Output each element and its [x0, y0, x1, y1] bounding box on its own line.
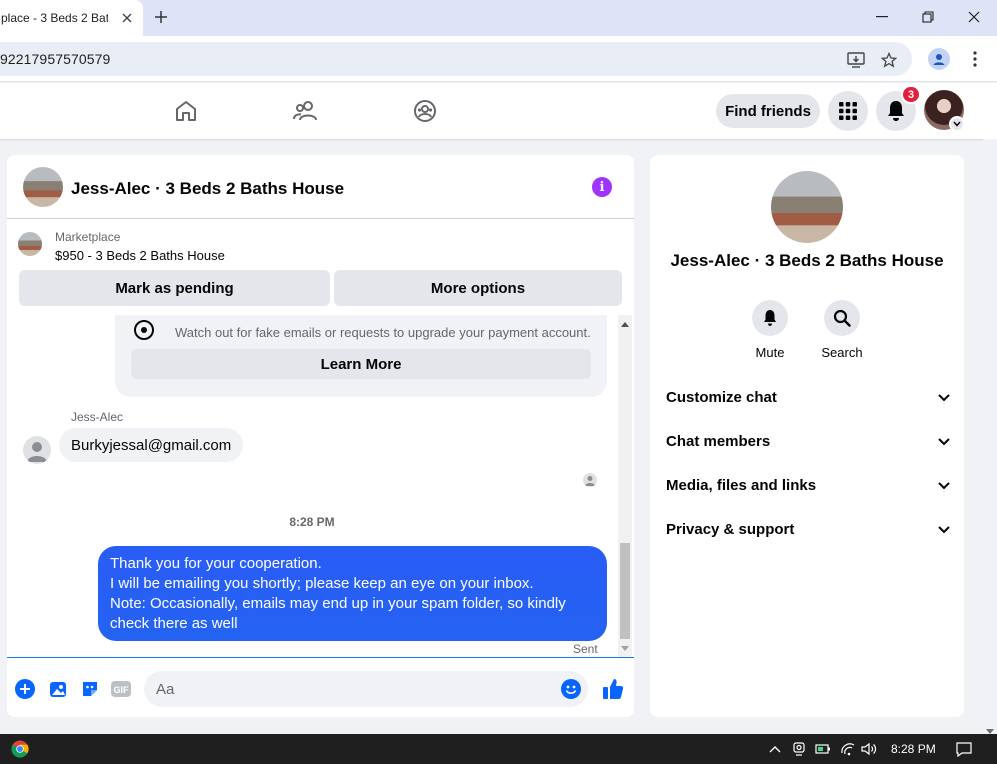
scroll-up-arrow-icon[interactable]: [620, 319, 630, 329]
menu-grid-icon[interactable]: [828, 91, 868, 131]
conversation-profile-photo[interactable]: [771, 171, 843, 243]
chevron-down-icon: [938, 433, 950, 450]
seen-indicator-avatar: [583, 473, 597, 487]
conversation-info-panel: Jess-Alec · 3 Beds 2 Baths House Mute Se…: [650, 155, 964, 717]
sent-status: Sent: [573, 642, 598, 655]
message-composer: GIF: [7, 657, 634, 717]
speaker-icon[interactable]: [861, 741, 877, 757]
tab-title: place - 3 Beds 2 Bath: [1, 11, 108, 25]
new-tab-icon[interactable]: [151, 7, 171, 27]
listing-thumbnail[interactable]: [18, 232, 42, 256]
mute-label: Mute: [755, 345, 785, 360]
safety-notice-text: Watch out for fake emails or requests to…: [175, 325, 591, 340]
customize-chat-section[interactable]: Customize chat: [666, 382, 950, 412]
section-label: Privacy & support: [666, 520, 795, 538]
section-label: Media, files and links: [666, 476, 817, 494]
scrollbar-thumb[interactable]: [620, 543, 630, 639]
url-text[interactable]: 92217957570579: [0, 51, 110, 67]
conversation-avatar[interactable]: [23, 167, 63, 207]
close-window-icon[interactable]: [962, 6, 986, 28]
outgoing-message[interactable]: Thank you for your cooperation. I will b…: [98, 546, 607, 641]
browser-profile-icon[interactable]: [928, 48, 950, 70]
privacy-support-section[interactable]: Privacy & support: [666, 514, 950, 544]
incoming-message[interactable]: Burkyjessal@gmail.com: [59, 428, 244, 462]
address-bar[interactable]: 92217957570579: [0, 42, 912, 76]
search-in-conversation-button[interactable]: Search: [812, 300, 872, 360]
outgoing-message-line: Thank you for your cooperation.: [110, 555, 322, 572]
notification-badge: 3: [901, 85, 921, 104]
mark-as-pending-button[interactable]: Mark as pending: [19, 270, 330, 306]
chevron-down-icon: [938, 521, 950, 538]
marketplace-label: Marketplace: [55, 230, 121, 244]
message-timestamp: 8:28 PM: [289, 515, 335, 529]
browser-tab[interactable]: place - 3 Beds 2 Bath: [0, 0, 143, 36]
browser-toolbar: 92217957570579: [0, 36, 997, 82]
sender-name: Jess-Alec: [71, 410, 124, 424]
os-taskbar: 8:28 PM: [0, 734, 997, 764]
chevron-down-icon: [938, 477, 950, 494]
chat-panel: Jess-Alec · 3 Beds 2 Baths House i Marke…: [7, 155, 634, 717]
chat-title[interactable]: Jess-Alec · 3 Beds 2 Baths House: [71, 179, 344, 199]
webcam-icon[interactable]: [791, 741, 807, 757]
gif-icon[interactable]: GIF: [110, 678, 132, 700]
search-icon: [824, 300, 860, 336]
more-options-button[interactable]: More options: [334, 270, 622, 306]
sender-avatar[interactable]: [23, 436, 51, 464]
gif-label: GIF: [114, 685, 130, 695]
outgoing-message-line: I will be emailing you shortly; please k…: [110, 575, 534, 592]
restore-icon[interactable]: [916, 6, 940, 28]
chevron-up-icon[interactable]: [767, 741, 783, 757]
wifi-icon[interactable]: [840, 741, 856, 757]
minimize-icon[interactable]: [870, 6, 894, 28]
sticker-icon[interactable]: [79, 678, 101, 700]
message-thread: Watch out for fake emails or requests to…: [7, 315, 634, 655]
chrome-taskbar-icon[interactable]: [11, 740, 29, 758]
page-scrollbar[interactable]: [983, 139, 997, 734]
shield-icon: [131, 317, 157, 343]
media-files-links-section[interactable]: Media, files and links: [666, 470, 950, 500]
find-friends-button[interactable]: Find friends: [716, 94, 820, 128]
friends-icon[interactable]: [292, 97, 320, 125]
photo-gallery-icon[interactable]: [47, 678, 69, 700]
browser-tab-bar: place - 3 Beds 2 Bath: [0, 0, 997, 36]
listing-title[interactable]: $950 - 3 Beds 2 Baths House: [55, 248, 225, 263]
install-app-icon[interactable]: [846, 50, 866, 70]
message-input[interactable]: [144, 671, 588, 707]
section-label: Customize chat: [666, 388, 777, 406]
battery-charging-icon[interactable]: [815, 741, 831, 757]
facebook-header: Find friends: [0, 83, 997, 139]
chat-header: Jess-Alec · 3 Beds 2 Baths House i: [7, 155, 634, 219]
search-label: Search: [821, 345, 863, 360]
browser-menu-icon[interactable]: [966, 48, 984, 70]
clock[interactable]: 8:28 PM: [891, 742, 936, 756]
bell-icon: [752, 300, 788, 336]
home-icon[interactable]: [172, 97, 200, 125]
bookmark-star-icon[interactable]: [879, 50, 899, 70]
info-icon[interactable]: i: [592, 177, 612, 197]
groups-icon[interactable]: [411, 97, 439, 125]
close-tab-icon[interactable]: [118, 9, 136, 27]
learn-more-button[interactable]: Learn More: [131, 349, 591, 379]
conversation-name: Jess-Alec · 3 Beds 2 Baths House: [670, 251, 944, 270]
chevron-down-icon: [938, 389, 950, 406]
outgoing-message-line: check there as well: [110, 615, 238, 632]
chevron-down-icon[interactable]: [949, 116, 965, 132]
thread-scrollbar[interactable]: [618, 315, 632, 657]
outgoing-message-line: Note: Occasionally, emails may end up in…: [110, 595, 566, 612]
mute-button[interactable]: Mute: [740, 300, 800, 360]
section-label: Chat members: [666, 432, 771, 450]
chat-members-section[interactable]: Chat members: [666, 426, 950, 456]
notification-center-icon[interactable]: [956, 741, 972, 757]
thumbs-up-icon[interactable]: [600, 676, 626, 702]
safety-notice: Watch out for fake emails or requests to…: [115, 315, 607, 397]
add-plus-icon[interactable]: [14, 678, 36, 700]
emoji-icon[interactable]: [561, 679, 581, 699]
scroll-down-arrow-icon[interactable]: [620, 643, 630, 653]
